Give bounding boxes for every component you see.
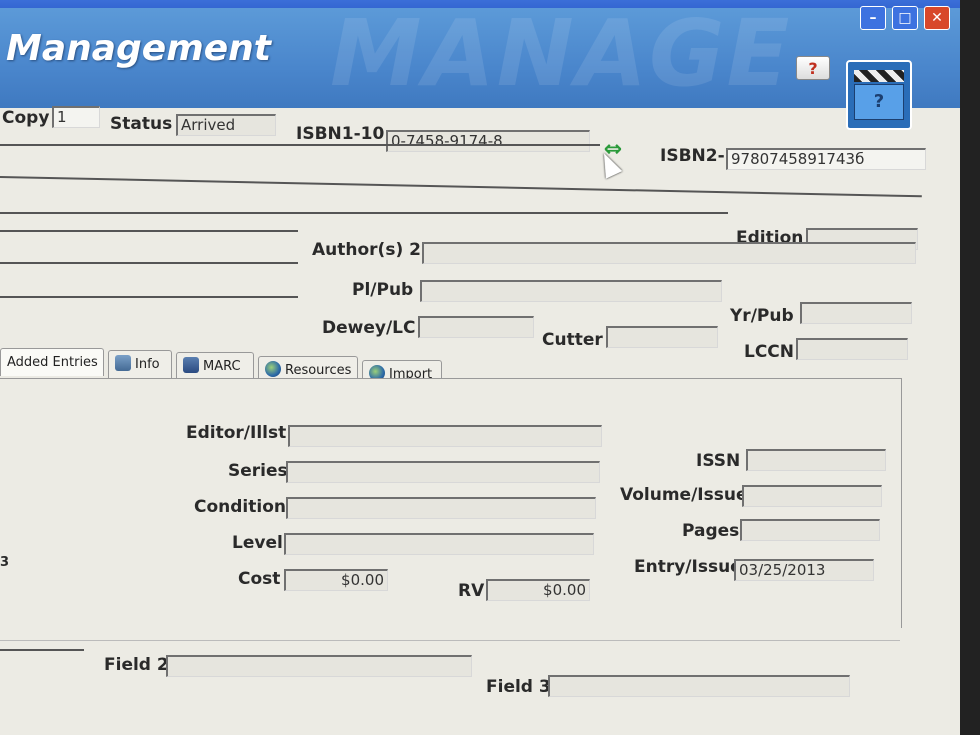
tab-label: Resources bbox=[285, 363, 352, 378]
field-line-a[interactable] bbox=[0, 230, 298, 232]
header-banner: MANAGE Management ? ? bbox=[0, 0, 960, 130]
copy-label: Copy bbox=[2, 108, 50, 128]
cost-field[interactable]: $0.00 bbox=[284, 569, 388, 591]
tab-label: MARC bbox=[203, 359, 241, 374]
info-icon bbox=[115, 355, 131, 371]
editor-label: Editor/Illst bbox=[186, 423, 287, 443]
copy-field[interactable]: 1 bbox=[52, 106, 100, 128]
issn-label: ISSN bbox=[696, 451, 741, 471]
pages-field[interactable] bbox=[740, 519, 880, 541]
cutter-label: Cutter bbox=[542, 330, 603, 350]
entry-issue-label: Entry/Issue bbox=[634, 557, 742, 577]
title-field-line[interactable] bbox=[0, 144, 600, 146]
tab-label: Added Entries bbox=[7, 355, 98, 370]
minimize-button[interactable]: – bbox=[860, 6, 886, 30]
volume-field[interactable] bbox=[742, 485, 882, 507]
panel-edge-glyph: 3 bbox=[0, 555, 10, 570]
series-field[interactable] bbox=[286, 461, 600, 483]
field2-label: Field 2 bbox=[104, 655, 169, 675]
rv-label: RV bbox=[458, 581, 485, 601]
clapperboard-icon[interactable]: ? bbox=[846, 60, 912, 130]
clapper-stripes bbox=[854, 70, 904, 82]
authors2-label: Author(s) 2 bbox=[312, 240, 421, 260]
app-window: MANAGE Management ? ? – □ ✕ Copy 1 Statu… bbox=[0, 0, 960, 735]
plpub-field[interactable] bbox=[420, 280, 722, 302]
lower-fields-section: Field 2 Field 3 bbox=[0, 640, 900, 721]
tab-label: Info bbox=[135, 357, 160, 372]
field-line-b[interactable] bbox=[0, 262, 298, 264]
tab-info[interactable]: Info bbox=[108, 350, 172, 378]
volume-label: Volume/Issue bbox=[620, 485, 748, 505]
condition-label: Condition bbox=[194, 497, 286, 517]
field-line-c[interactable] bbox=[0, 296, 298, 298]
rv-field[interactable]: $0.00 bbox=[486, 579, 590, 601]
level-label: Level bbox=[232, 533, 283, 553]
dewey-field[interactable] bbox=[418, 316, 534, 338]
help-button[interactable]: ? bbox=[796, 56, 830, 80]
isbn10-field[interactable]: 0-7458-9174-8 bbox=[386, 130, 590, 152]
isbn13-field[interactable]: 9780745891743б bbox=[726, 148, 926, 170]
pages-label: Pages bbox=[682, 521, 740, 541]
cutter-field[interactable] bbox=[606, 326, 718, 348]
author-field-line[interactable] bbox=[0, 212, 728, 214]
tab-bar: Added Entries Info MARC Resources Import bbox=[0, 348, 960, 388]
clapper-help-glyph: ? bbox=[854, 84, 904, 120]
authors2-field[interactable] bbox=[422, 242, 916, 264]
level-field[interactable] bbox=[284, 533, 594, 555]
banner-watermark: MANAGE bbox=[330, 0, 792, 107]
series-label: Series bbox=[228, 461, 288, 481]
condition-field[interactable] bbox=[286, 497, 596, 519]
isbn10-label: ISBN1-10 bbox=[296, 124, 385, 144]
isbn13-label: ISBN2- bbox=[660, 146, 725, 166]
subtitle-field-line[interactable] bbox=[0, 176, 922, 198]
entry-issue-field[interactable]: 03/25/2013 bbox=[734, 559, 874, 581]
field3-input[interactable] bbox=[548, 675, 850, 697]
field1-line[interactable] bbox=[0, 649, 84, 651]
field3-label: Field 3 bbox=[486, 677, 551, 697]
tab-added-entries[interactable]: Added Entries bbox=[0, 348, 104, 376]
marc-icon bbox=[183, 357, 199, 373]
cost-label: Cost bbox=[238, 569, 281, 589]
field2-input[interactable] bbox=[166, 655, 472, 677]
close-button[interactable]: ✕ bbox=[924, 6, 950, 30]
yrpub-label: Yr/Pub bbox=[730, 306, 794, 326]
screen-bezel bbox=[960, 0, 980, 735]
maximize-button[interactable]: □ bbox=[892, 6, 918, 30]
issn-field[interactable] bbox=[746, 449, 886, 471]
yrpub-field[interactable] bbox=[800, 302, 912, 324]
app-title: Management bbox=[6, 28, 271, 69]
added-entries-panel: Editor/Illst Series Condition Level Cost… bbox=[0, 378, 902, 628]
editor-field[interactable] bbox=[288, 425, 602, 447]
dewey-label: Dewey/LC bbox=[322, 318, 416, 338]
globe-icon bbox=[265, 361, 281, 377]
tab-marc[interactable]: MARC bbox=[176, 352, 254, 380]
plpub-label: Pl/Pub bbox=[352, 280, 414, 300]
status-field[interactable]: Arrived bbox=[176, 114, 276, 136]
status-label: Status bbox=[110, 114, 173, 134]
